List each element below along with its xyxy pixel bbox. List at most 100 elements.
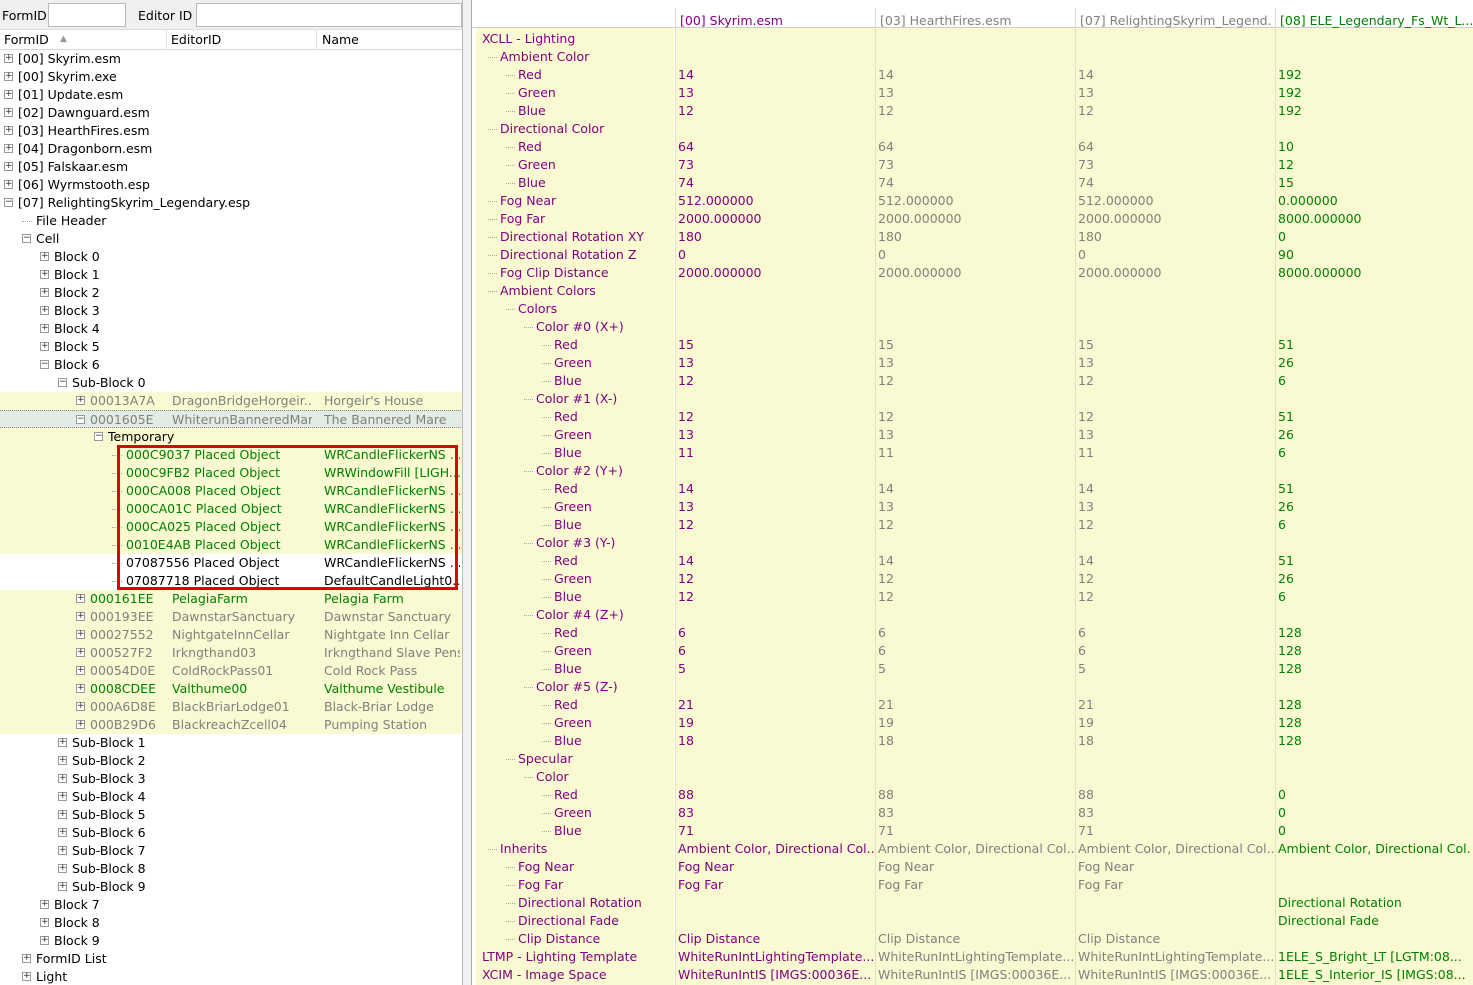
field-value-plugin-2[interactable]: Clip Distance	[1078, 930, 1274, 948]
field-value-plugin-2[interactable]: 6	[1078, 642, 1274, 660]
field-value-plugin-2[interactable]: 18	[1078, 732, 1274, 750]
field-value-plugin-2[interactable]: 5	[1078, 660, 1274, 678]
field-value-plugin-3[interactable]: 1ELE_S_Interior_IS [IMGS:08...	[1278, 966, 1472, 984]
field-value-plugin-3[interactable]: 26	[1278, 498, 1472, 516]
tree-node[interactable]: + Sub-Block 6	[0, 824, 462, 842]
compare-row[interactable]: Red 6 6 6 128	[472, 624, 1473, 642]
compare-row[interactable]: Blue 12 12 12 192	[472, 102, 1473, 120]
compare-row[interactable]: Ambient Colors	[472, 282, 1473, 300]
tree-node[interactable]: +00013A7A DragonBridgeHorgeir... Horgeir's…	[0, 392, 462, 410]
tree-node[interactable]: − [07] RelightingSkyrim_Legendary.esp	[0, 194, 462, 212]
field-value-plugin-2[interactable]: 73	[1078, 156, 1274, 174]
compare-row[interactable]: Inherits Ambient Color, Directional Col..…	[472, 840, 1473, 858]
compare-row[interactable]: Green 73 73 73 12	[472, 156, 1473, 174]
field-value-plugin-2[interactable]: 13	[1078, 84, 1274, 102]
column-header-formid[interactable]: FormID	[4, 32, 49, 47]
compare-row[interactable]: Red 14 14 14 51	[472, 480, 1473, 498]
compare-row[interactable]: Colors	[472, 300, 1473, 318]
field-value-plugin-0[interactable]: 12	[678, 570, 874, 588]
tree-node[interactable]: + [03] HearthFires.esm	[0, 122, 462, 140]
field-value-plugin-2[interactable]: 13	[1078, 354, 1274, 372]
field-value-plugin-1[interactable]: Clip Distance	[878, 930, 1074, 948]
field-value-plugin-0[interactable]: 6	[678, 642, 874, 660]
field-value-plugin-0[interactable]: 14	[678, 552, 874, 570]
field-value-plugin-1[interactable]: 6	[878, 624, 1074, 642]
compare-row[interactable]: Fog Near 512.000000 512.000000 512.000000 0.…	[472, 192, 1473, 210]
expand-icon[interactable]: +	[76, 630, 85, 639]
expand-icon[interactable]: +	[40, 936, 49, 945]
tree-node[interactable]: +000527F2 Irkngthand03 Irkngthand Slave Pe…	[0, 644, 462, 662]
expand-icon[interactable]: +	[76, 612, 85, 621]
field-value-plugin-2[interactable]: 14	[1078, 552, 1274, 570]
expand-icon[interactable]: +	[76, 720, 85, 729]
field-value-plugin-3[interactable]: 51	[1278, 336, 1472, 354]
field-value-plugin-1[interactable]: 512.000000	[878, 192, 1074, 210]
compare-row[interactable]: Directional Rotation XY 180 180 180 0	[472, 228, 1473, 246]
field-value-plugin-0[interactable]: 12	[678, 102, 874, 120]
field-value-plugin-1[interactable]: 13	[878, 426, 1074, 444]
field-value-plugin-3[interactable]: 8000.000000	[1278, 210, 1472, 228]
field-value-plugin-0[interactable]: 2000.000000	[678, 210, 874, 228]
field-value-plugin-2[interactable]: 512.000000	[1078, 192, 1274, 210]
field-value-plugin-3[interactable]: 26	[1278, 570, 1472, 588]
field-value-plugin-0[interactable]: 73	[678, 156, 874, 174]
tree-node[interactable]: + Light	[0, 968, 462, 985]
compare-row[interactable]: Red 15 15 15 51	[472, 336, 1473, 354]
field-value-plugin-0[interactable]: 83	[678, 804, 874, 822]
expand-icon[interactable]: +	[4, 180, 13, 189]
column-header-name[interactable]: Name	[322, 32, 359, 47]
compare-row[interactable]: Color #2 (Y+)	[472, 462, 1473, 480]
field-value-plugin-1[interactable]: 88	[878, 786, 1074, 804]
field-value-plugin-3[interactable]: 6	[1278, 588, 1472, 606]
compare-row[interactable]: Directional Rotation Z 0 0 0 90	[472, 246, 1473, 264]
field-value-plugin-2[interactable]: 12	[1078, 570, 1274, 588]
tree-node[interactable]: + Block 7	[0, 896, 462, 914]
tree-node[interactable]: + [05] Falskaar.esm	[0, 158, 462, 176]
compare-row[interactable]: Color #1 (X-)	[472, 390, 1473, 408]
field-value-plugin-0[interactable]: 88	[678, 786, 874, 804]
field-value-plugin-3[interactable]: 6	[1278, 444, 1472, 462]
compare-row[interactable]: Fog Far Fog Far Fog Far Fog Far	[472, 876, 1473, 894]
compare-row[interactable]: Color #4 (Z+)	[472, 606, 1473, 624]
field-value-plugin-3[interactable]: 1ELE_S_Bright_LT [LGTM:08...	[1278, 948, 1472, 966]
field-value-plugin-1[interactable]: 5	[878, 660, 1074, 678]
tree-node[interactable]: + Sub-Block 1	[0, 734, 462, 752]
field-value-plugin-0[interactable]: 14	[678, 480, 874, 498]
field-value-plugin-3[interactable]: 51	[1278, 480, 1472, 498]
field-value-plugin-3[interactable]: 128	[1278, 642, 1472, 660]
field-value-plugin-0[interactable]: 13	[678, 498, 874, 516]
field-value-plugin-3[interactable]: 51	[1278, 408, 1472, 426]
expand-icon[interactable]: +	[40, 900, 49, 909]
expand-icon[interactable]: +	[76, 648, 85, 657]
field-value-plugin-2[interactable]: WhiteRunIntLightingTemplate...	[1078, 948, 1274, 966]
field-value-plugin-1[interactable]: 18	[878, 732, 1074, 750]
compare-row[interactable]: Directional Color	[472, 120, 1473, 138]
compare-row[interactable]: Color #5 (Z-)	[472, 678, 1473, 696]
field-value-plugin-1[interactable]: 12	[878, 588, 1074, 606]
editorid-filter-input[interactable]	[196, 3, 462, 27]
compare-row[interactable]: Green 6 6 6 128	[472, 642, 1473, 660]
tree-node[interactable]: − Block 6	[0, 356, 462, 374]
field-value-plugin-0[interactable]: 2000.000000	[678, 264, 874, 282]
field-value-plugin-2[interactable]: 13	[1078, 426, 1274, 444]
expand-icon[interactable]: +	[58, 792, 67, 801]
compare-row[interactable]: Blue 12 12 12 6	[472, 588, 1473, 606]
field-value-plugin-2[interactable]: 12	[1078, 408, 1274, 426]
field-value-plugin-0[interactable]: WhiteRunIntIS [IMGS:00036E...	[678, 966, 874, 984]
field-value-plugin-2[interactable]: 12	[1078, 372, 1274, 390]
expand-icon[interactable]: +	[40, 918, 49, 927]
compare-row[interactable]: Green 13 13 13 26	[472, 354, 1473, 372]
field-value-plugin-3[interactable]: Directional Rotation	[1278, 894, 1472, 912]
field-value-plugin-2[interactable]: Ambient Color, Directional Col...	[1078, 840, 1274, 858]
field-value-plugin-3[interactable]: 0.000000	[1278, 192, 1472, 210]
field-value-plugin-1[interactable]: 64	[878, 138, 1074, 156]
field-value-plugin-0[interactable]: Fog Far	[678, 876, 874, 894]
expand-icon[interactable]: +	[58, 774, 67, 783]
field-value-plugin-1[interactable]: 83	[878, 804, 1074, 822]
formid-filter-input[interactable]	[48, 3, 126, 27]
field-value-plugin-0[interactable]: 12	[678, 372, 874, 390]
compare-row[interactable]: Green 13 13 13 26	[472, 498, 1473, 516]
field-value-plugin-1[interactable]: WhiteRunIntLightingTemplate...	[878, 948, 1074, 966]
field-value-plugin-2[interactable]: Fog Far	[1078, 876, 1274, 894]
compare-row[interactable]: Red 14 14 14 192	[472, 66, 1473, 84]
